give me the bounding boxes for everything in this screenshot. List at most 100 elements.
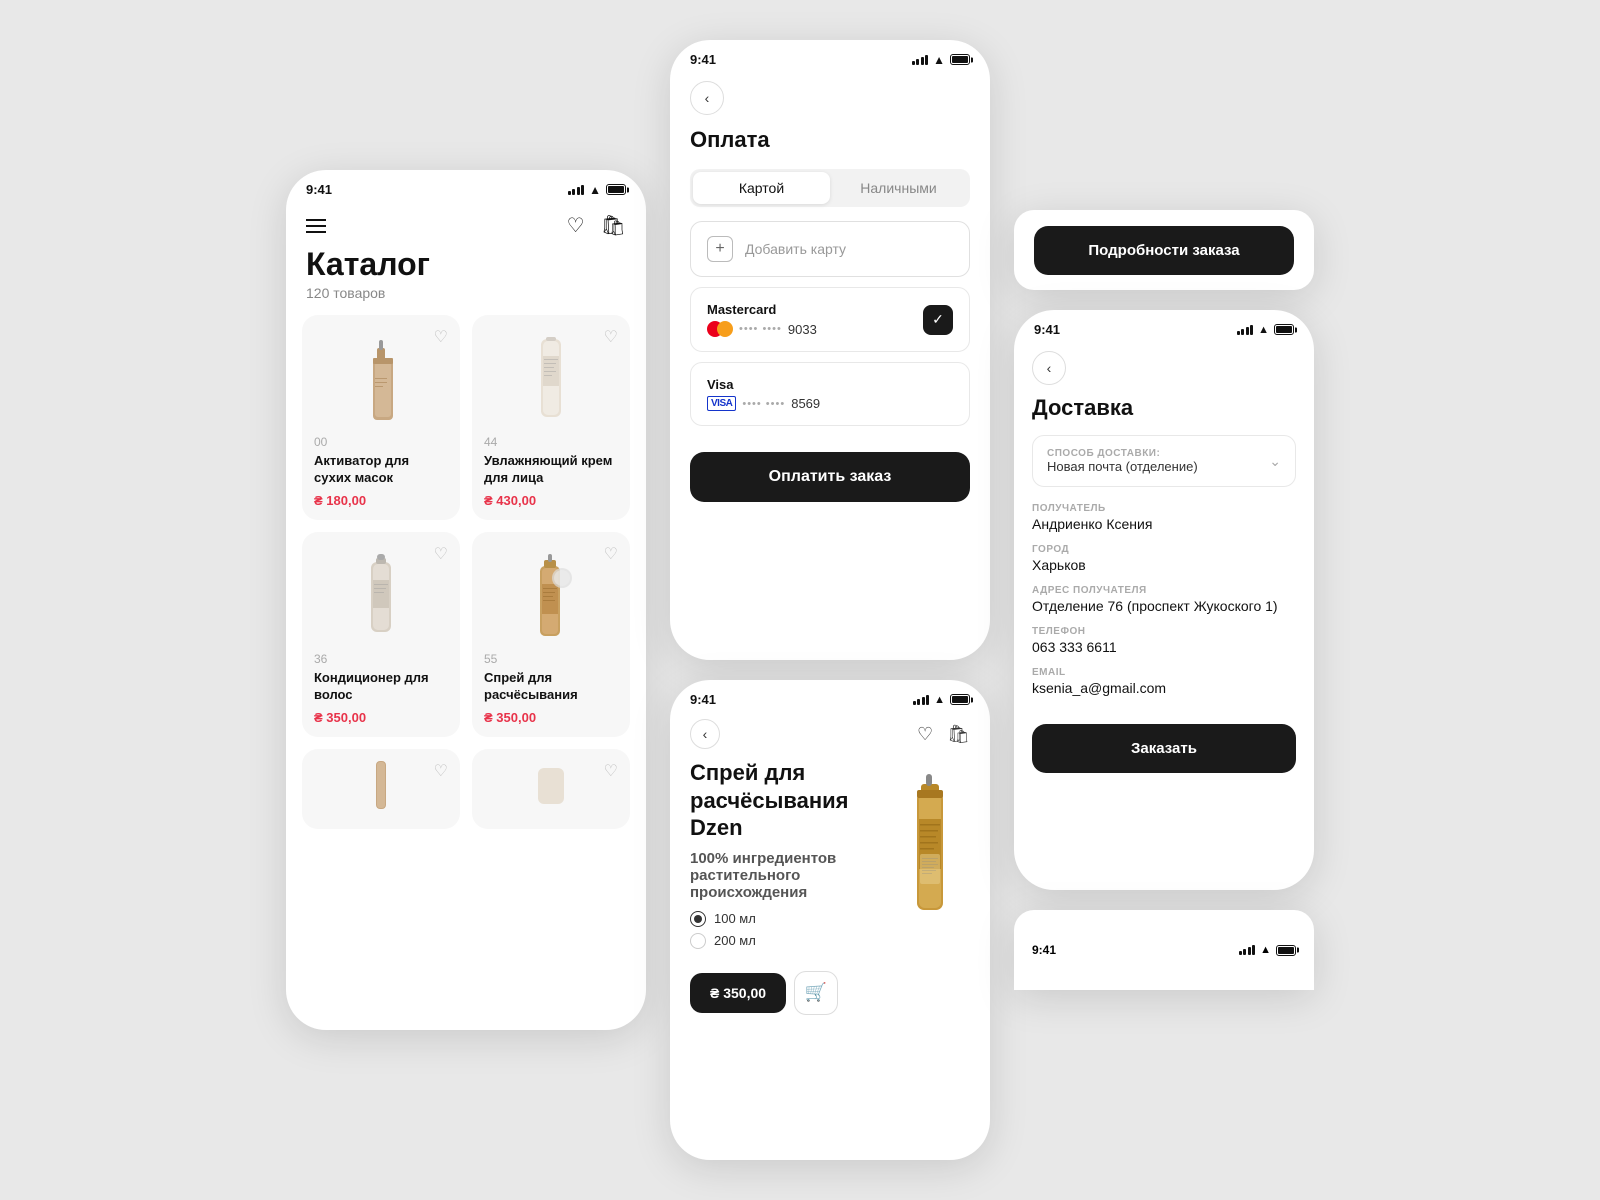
- battery-icon-partial: [1276, 945, 1296, 956]
- card-brand-visa: Visa: [707, 377, 820, 392]
- card-brand-mc: Mastercard: [707, 302, 817, 317]
- field-value-city: Харьков: [1032, 557, 1296, 573]
- right-column: Подробности заказа 9:41 ▲ ‹ Доставка Спо…: [1014, 210, 1314, 990]
- wifi-icon-del: ▲: [1258, 324, 1269, 336]
- radio-group: 100 мл 200 мл: [690, 911, 880, 949]
- product-price-3: ₴ 350,00: [314, 710, 448, 725]
- product-detail-nav: ‹ ♡ 🛍: [670, 713, 990, 759]
- product-price-1: ₴ 180,00: [314, 493, 448, 508]
- wishlist-heart-6[interactable]: ♡: [604, 761, 618, 781]
- radio-inner-100: [694, 915, 702, 923]
- product-card-1[interactable]: ♡ 00 Активатор для сухих масок ₴ 180,00: [302, 315, 460, 520]
- order-button-delivery[interactable]: Заказать: [1032, 724, 1296, 773]
- wifi-icon: ▲: [589, 183, 601, 197]
- cart-icon-prod[interactable]: 🛍: [947, 724, 970, 745]
- product-card-4[interactable]: ♡ 55 Спрей для расчёсывания ₴: [472, 532, 630, 737]
- card-num-row-mc: •••• •••• 9033: [707, 321, 817, 337]
- product-num-1: 00: [314, 435, 448, 449]
- product-img-1: [314, 327, 448, 427]
- phone-delivery: 9:41 ▲ ‹ Доставка Способ доставки: Новая…: [1014, 310, 1314, 890]
- product-price-2: ₴ 430,00: [484, 493, 618, 508]
- add-to-cart-button[interactable]: 🛒: [794, 971, 838, 1015]
- price-button[interactable]: ₴ 350,00: [690, 973, 786, 1013]
- product-card-3[interactable]: ♡ 36 Кондиционер для волос ₴ 350,00: [302, 532, 460, 737]
- field-value-recipient: Андриенко Ксения: [1032, 516, 1296, 532]
- catalog-title: Каталог: [286, 246, 646, 283]
- card-row-left-visa: Visa VISA •••• •••• 8569: [707, 377, 820, 411]
- product-num-3: 36: [314, 652, 448, 666]
- chevron-down-icon: ⌄: [1269, 453, 1281, 470]
- product-card-2[interactable]: ♡ 44 Увлажняющий крем для лица ₴ 430,00: [472, 315, 630, 520]
- wishlist-heart-5[interactable]: ♡: [434, 761, 448, 781]
- add-card-row[interactable]: + Добавить карту: [690, 221, 970, 277]
- back-button-payment[interactable]: ‹: [690, 81, 724, 115]
- phone-product: 9:41 ▲ ‹ ♡ 🛍 Спрей для расчёсывания Dzen: [670, 680, 990, 1160]
- card-dots-visa: •••• ••••: [742, 398, 785, 410]
- time-partial: 9:41: [1032, 943, 1056, 957]
- product-detail-badge: 100% ингредиентов растительного происхож…: [690, 850, 880, 901]
- product-card-5[interactable]: ♡: [302, 749, 460, 829]
- field-value-address: Отделение 76 (проспект Жукоского 1): [1032, 598, 1296, 614]
- product-row-partial: ♡ ♡: [286, 737, 646, 829]
- pay-button[interactable]: Оплатить заказ: [690, 452, 970, 502]
- card-row-visa[interactable]: Visa VISA •••• •••• 8569: [690, 362, 970, 426]
- catalog-nav: ♡ 🛍: [286, 203, 646, 246]
- time-payment: 9:41: [690, 52, 716, 67]
- card-last4-mc: 9033: [788, 322, 817, 337]
- wishlist-heart-4[interactable]: ♡: [604, 544, 618, 564]
- card-num-row-visa: VISA •••• •••• 8569: [707, 396, 820, 411]
- product-card-6[interactable]: ♡: [472, 749, 630, 829]
- time-product: 9:41: [690, 692, 716, 707]
- wishlist-heart-2[interactable]: ♡: [604, 327, 618, 347]
- order-details-button[interactable]: Подробности заказа: [1034, 226, 1294, 275]
- field-label-city: ГОРОД: [1032, 544, 1296, 555]
- catalog-subtitle: 120 товаров: [286, 283, 646, 315]
- center-column: 9:41 ▲ ‹ Оплата Картой Наличными + Добав…: [670, 40, 990, 1160]
- product-grid: ♡ 00 Активатор для сухих масок ₴ 180,00: [286, 315, 646, 737]
- status-bar-product: 9:41 ▲: [670, 680, 990, 713]
- wishlist-icon-prod[interactable]: ♡: [917, 724, 933, 745]
- delivery-method-row[interactable]: Способ доставки: Новая почта (отделение)…: [1032, 435, 1296, 487]
- time-catalog: 9:41: [306, 182, 332, 197]
- status-bar-delivery: 9:41 ▲: [1014, 310, 1314, 343]
- phone-partial: 9:41 ▲: [1014, 910, 1314, 990]
- card-row-left-mc: Mastercard •••• •••• 9033: [707, 302, 817, 337]
- field-label-phone: ТЕЛЕФОН: [1032, 626, 1296, 637]
- wifi-partial: ▲: [1260, 944, 1271, 956]
- battery-icon: [606, 184, 626, 195]
- delivery-field-address: АДРЕС ПОЛУЧАТЕЛЯ Отделение 76 (проспект …: [1014, 585, 1314, 614]
- field-value-email: ksenia_a@gmail.com: [1032, 680, 1296, 696]
- tab-cash[interactable]: Наличными: [830, 172, 967, 204]
- tab-card[interactable]: Картой: [693, 172, 830, 204]
- payment-title: Оплата: [670, 127, 990, 153]
- product-num-2: 44: [484, 435, 618, 449]
- product-img-2: [484, 327, 618, 427]
- back-button-delivery[interactable]: ‹: [1032, 351, 1066, 385]
- status-icons-payment: ▲: [912, 53, 970, 67]
- radio-200ml[interactable]: 200 мл: [690, 933, 880, 949]
- delivery-field-recipient: ПОЛУЧАТЕЛЬ Андриенко Ксения: [1014, 503, 1314, 532]
- battery-icon-prod: [950, 694, 970, 705]
- wishlist-heart-1[interactable]: ♡: [434, 327, 448, 347]
- card-row-mastercard[interactable]: Mastercard •••• •••• 9033 ✓: [690, 287, 970, 352]
- wishlist-icon[interactable]: ♡: [567, 213, 585, 238]
- status-icons-product: ▲: [913, 694, 970, 706]
- phone-catalog: 9:41 ▲ ♡ 🛍 Каталог 120 товаров ♡: [286, 170, 646, 1030]
- hamburger-menu[interactable]: [306, 219, 326, 233]
- battery-icon-del: [1274, 324, 1294, 335]
- status-bar-payment: 9:41 ▲: [670, 40, 990, 73]
- status-icons-catalog: ▲: [568, 183, 626, 197]
- mc-circle-orange: [717, 321, 733, 337]
- add-card-plus-icon: +: [707, 236, 733, 262]
- visa-logo: VISA: [707, 396, 736, 411]
- payment-tabs: Картой Наличными: [690, 169, 970, 207]
- time-delivery: 9:41: [1034, 322, 1060, 337]
- cart-icon[interactable]: 🛍: [601, 213, 626, 238]
- field-value-phone: 063 333 6611: [1032, 639, 1296, 655]
- status-icons-partial: ▲: [1239, 943, 1296, 957]
- wishlist-heart-3[interactable]: ♡: [434, 544, 448, 564]
- signal-icon: [568, 185, 585, 195]
- payment-content: Картой Наличными + Добавить карту Master…: [670, 169, 990, 502]
- back-button-product[interactable]: ‹: [690, 719, 720, 749]
- radio-100ml[interactable]: 100 мл: [690, 911, 880, 927]
